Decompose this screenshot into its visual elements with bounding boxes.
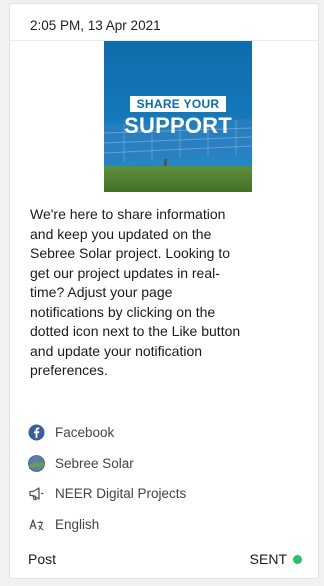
message-line: notifications by clicking on the [30, 303, 216, 320]
network-label: Facebook [55, 424, 115, 440]
facebook-icon [28, 424, 45, 441]
message-line: and keep you updated on the [30, 225, 212, 242]
page-avatar-icon [28, 454, 45, 472]
network-row: Facebook [28, 422, 114, 442]
grass-graphic [104, 166, 252, 192]
post-type-label: Post [28, 551, 57, 567]
message-line: Sebree Solar project. Looking to [30, 245, 231, 261]
message-line: and update your notification [30, 342, 203, 359]
post-image[interactable]: SHARE YOUR SUPPORT [104, 41, 252, 192]
megaphone-icon [28, 485, 45, 502]
status-indicator: SENT [250, 551, 302, 567]
language-label: English [55, 516, 100, 532]
message-line: get our project updates in real- [30, 264, 220, 281]
image-tagline: SHARE YOUR [130, 96, 226, 112]
post-timestamp: 2:05 PM, 13 Apr 2021 [30, 18, 161, 33]
message-line: dotted icon next to the Like button [30, 323, 241, 339]
status-dot-icon [293, 554, 302, 564]
translate-icon [28, 516, 45, 533]
image-title: SUPPORT [124, 113, 232, 138]
page-row: Sebree Solar [28, 453, 134, 473]
language-row: English [28, 514, 99, 534]
message-line: time? Adjust your page [30, 284, 173, 300]
project-label: NEER Digital Projects [55, 485, 187, 501]
page-label: Sebree Solar [55, 455, 134, 471]
post-message: We're here to share information and keep… [30, 205, 316, 381]
post-card[interactable]: 2:05 PM, 13 Apr 2021 SHARE YOUR SUPPORT … [9, 3, 319, 579]
message-line: preferences. [30, 362, 108, 378]
status-label: SENT [249, 551, 287, 567]
message-line: We're here to share information [30, 206, 226, 222]
project-row: NEER Digital Projects [28, 483, 186, 503]
